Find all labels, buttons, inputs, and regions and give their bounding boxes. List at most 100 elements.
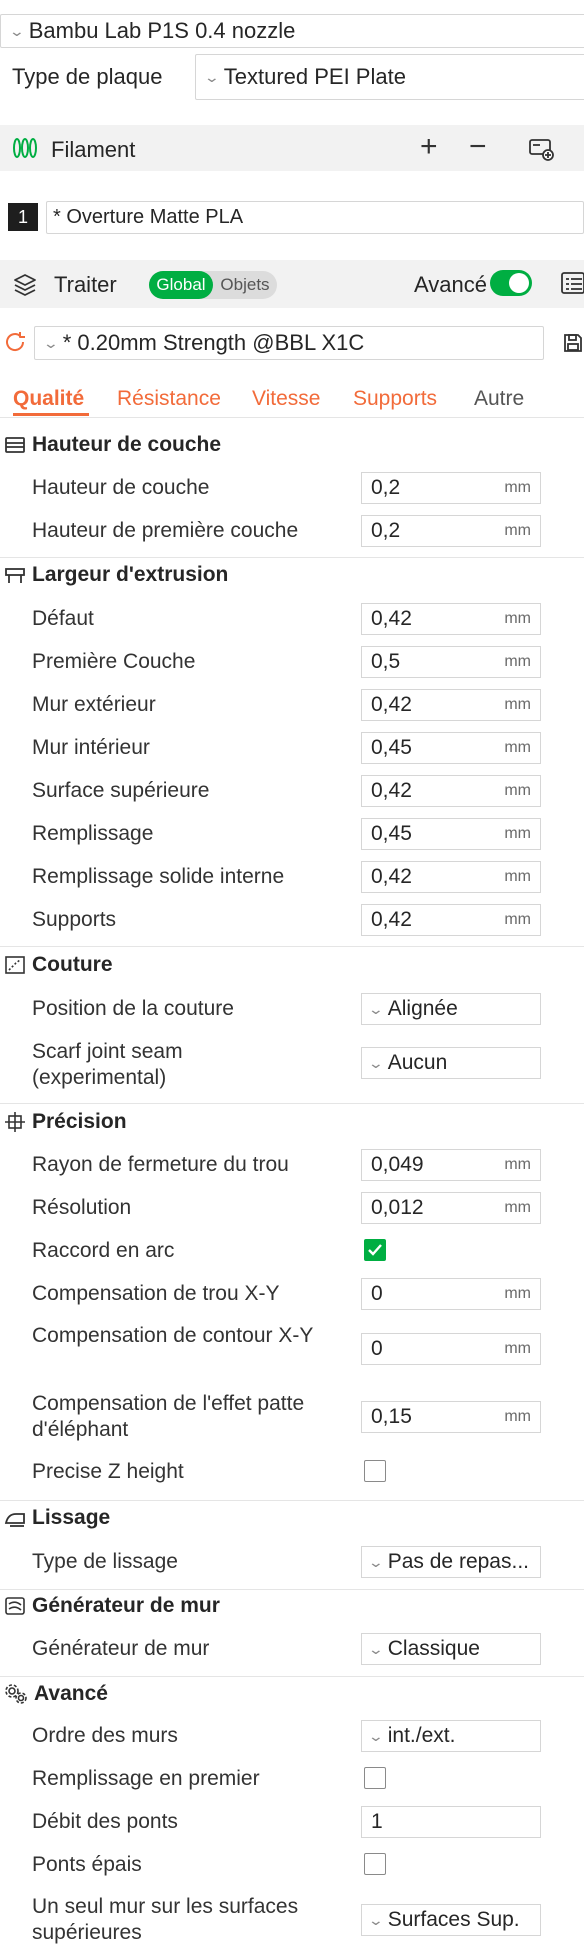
ironing-type-select[interactable]: ⌄ Pas de repas... (361, 1546, 541, 1578)
advanced-switch-knob (509, 273, 529, 293)
chevron-down-icon: ⌄ (8, 22, 26, 39)
reset-icon[interactable] (3, 330, 27, 359)
printer-select[interactable]: ⌄ Bambu Lab P1S 0.4 nozzle (0, 14, 584, 48)
process-preset-select[interactable]: ⌄ * 0.20mm Strength @BBL X1C (34, 326, 544, 360)
plate-type-value: Textured PEI Plate (223, 64, 406, 89)
xy-hole-compensation-input[interactable]: 0 mm (361, 1278, 541, 1310)
line-width-inner-wall-input[interactable]: 0,45 mm (361, 732, 541, 764)
tab-speed[interactable]: Vitesse (252, 387, 321, 411)
label-layer-height: Hauteur de couche (32, 476, 210, 499)
thick-bridges-checkbox[interactable] (364, 1853, 386, 1875)
tab-strength[interactable]: Résistance (117, 387, 221, 411)
elephant-foot-compensation-input[interactable]: 0,15 mm (361, 1401, 541, 1433)
line-width-supports-input[interactable]: 0,42 mm (361, 904, 541, 936)
add-filament-icon[interactable]: + (420, 130, 438, 164)
label-single-wall-top-surfaces: Un seul mur sur les surfaces supérieures (32, 1895, 299, 1944)
single-wall-top-surfaces-select[interactable]: ⌄ Surfaces Sup. (361, 1904, 541, 1936)
section-advanced: Avancé (0, 1682, 108, 1706)
tab-supports[interactable]: Supports (353, 387, 437, 411)
seam-position-select[interactable]: ⌄ Alignée (361, 993, 541, 1025)
line-width-internal-solid-input[interactable]: 0,42 mm (361, 861, 541, 893)
hole-closing-radius-input[interactable]: 0,049 mm (361, 1149, 541, 1181)
label-first-layer-height: Hauteur de première couche (32, 519, 299, 542)
section-precision: Précision (0, 1110, 127, 1134)
label-infill-first: Remplissage en premier (32, 1767, 260, 1790)
xy-contour-compensation-input[interactable]: 0 mm (361, 1333, 541, 1365)
precision-icon (5, 1112, 25, 1132)
line-width-default-input[interactable]: 0,42 mm (361, 603, 541, 635)
bridge-flow-input[interactable]: 1 (361, 1806, 541, 1838)
advanced-switch[interactable] (490, 270, 532, 296)
label-xy-contour-compensation: Compensation de contour X-Y (32, 1324, 314, 1347)
chevron-down-icon: ⌄ (367, 1000, 385, 1017)
wall-generator-select[interactable]: ⌄ Classique (361, 1633, 541, 1665)
chevron-down-icon: ⌄ (367, 1553, 385, 1570)
section-line-width: Largeur d'extrusion (0, 563, 228, 587)
scarf-joint-seam-select[interactable]: ⌄ Aucun (361, 1047, 541, 1079)
chevron-down-icon: ⌄ (367, 1727, 385, 1744)
global-objects-toggle[interactable]: Global Objets (149, 271, 277, 299)
section-wall-generator: Générateur de mur (0, 1594, 220, 1618)
arc-fitting-checkbox[interactable] (364, 1239, 386, 1261)
label-line-width-supports: Supports (32, 908, 117, 931)
label-line-width-first-layer: Première Couche (32, 650, 196, 673)
first-layer-height-input[interactable]: 0,2 mm (361, 515, 541, 547)
label-resolution: Résolution (32, 1196, 132, 1219)
checkmark-icon (368, 1244, 382, 1256)
label-line-width-inner-wall: Mur intérieur (32, 736, 150, 759)
process-header-title: Traiter (54, 272, 117, 297)
line-width-icon (5, 568, 25, 583)
layers-icon (12, 272, 38, 301)
line-width-top-surface-input[interactable]: 0,42 mm (361, 775, 541, 807)
label-ironing-type: Type de lissage (32, 1550, 178, 1573)
label-line-width-top-surface: Surface supérieure (32, 779, 210, 802)
label-wall-order: Ordre des murs (32, 1724, 178, 1747)
plate-type-label: Type de plaque (12, 64, 163, 89)
line-width-first-layer-input[interactable]: 0,5 mm (361, 646, 541, 678)
layer-height-input[interactable]: 0,2 mm (361, 472, 541, 504)
precise-z-height-checkbox[interactable] (364, 1460, 386, 1482)
label-bridge-flow: Débit des ponts (32, 1810, 178, 1833)
remove-filament-icon[interactable]: − (469, 130, 487, 164)
label-scarf-joint-seam: Scarf joint seam (experimental) (32, 1040, 183, 1089)
line-width-infill-input[interactable]: 0,45 mm (361, 818, 541, 850)
label-seam-position: Position de la couture (32, 997, 234, 1020)
infill-first-checkbox[interactable] (364, 1767, 386, 1789)
sync-filament-icon[interactable] (528, 136, 556, 167)
label-precise-z-height: Precise Z height (32, 1460, 184, 1483)
resolution-input[interactable]: 0,012 mm (361, 1192, 541, 1224)
save-preset-icon[interactable] (562, 332, 584, 359)
label-xy-hole-compensation: Compensation de trou X-Y (32, 1282, 280, 1305)
filament-slot-number: 1 (8, 203, 38, 231)
section-ironing: Lissage (0, 1506, 110, 1530)
filament-slot-value: * Overture Matte PLA (53, 206, 244, 228)
label-hole-closing-radius: Rayon de fermeture du trou (32, 1153, 289, 1176)
layer-height-icon (5, 437, 25, 453)
chevron-down-icon: ⌄ (367, 1640, 385, 1657)
tab-other[interactable]: Autre (474, 387, 524, 411)
label-line-width-internal-solid: Remplissage solide interne (32, 865, 285, 888)
label-elephant-foot-compensation: Compensation de l'effet patte d'éléphant (32, 1392, 305, 1441)
tab-quality[interactable]: Qualité (13, 387, 84, 411)
chevron-down-icon: ⌄ (42, 334, 60, 351)
chevron-down-icon: ⌄ (367, 1054, 385, 1071)
filament-icon (12, 137, 38, 164)
seam-icon (5, 956, 25, 974)
plate-type-select[interactable]: ⌄ Textured PEI Plate (195, 54, 584, 100)
wall-order-select[interactable]: ⌄ int./ext. (361, 1720, 541, 1752)
label-arc-fitting: Raccord en arc (32, 1239, 175, 1262)
toggle-global[interactable]: Global (149, 271, 213, 299)
toggle-objects[interactable]: Objets (213, 271, 277, 299)
chevron-down-icon: ⌄ (203, 68, 221, 85)
chevron-down-icon: ⌄ (367, 1911, 385, 1928)
section-layer-height: Hauteur de couche (0, 433, 221, 457)
list-view-icon[interactable] (560, 270, 584, 301)
label-line-width-default: Défaut (32, 607, 94, 630)
filament-slot-select[interactable]: * Overture Matte PLA (46, 201, 584, 234)
section-seam: Couture (0, 953, 113, 977)
label-wall-generator: Générateur de mur (32, 1637, 210, 1660)
wall-generator-icon (5, 1597, 25, 1615)
line-width-outer-wall-input[interactable]: 0,42 mm (361, 689, 541, 721)
label-thick-bridges: Ponts épais (32, 1853, 142, 1876)
label-line-width-outer-wall: Mur extérieur (32, 693, 156, 716)
